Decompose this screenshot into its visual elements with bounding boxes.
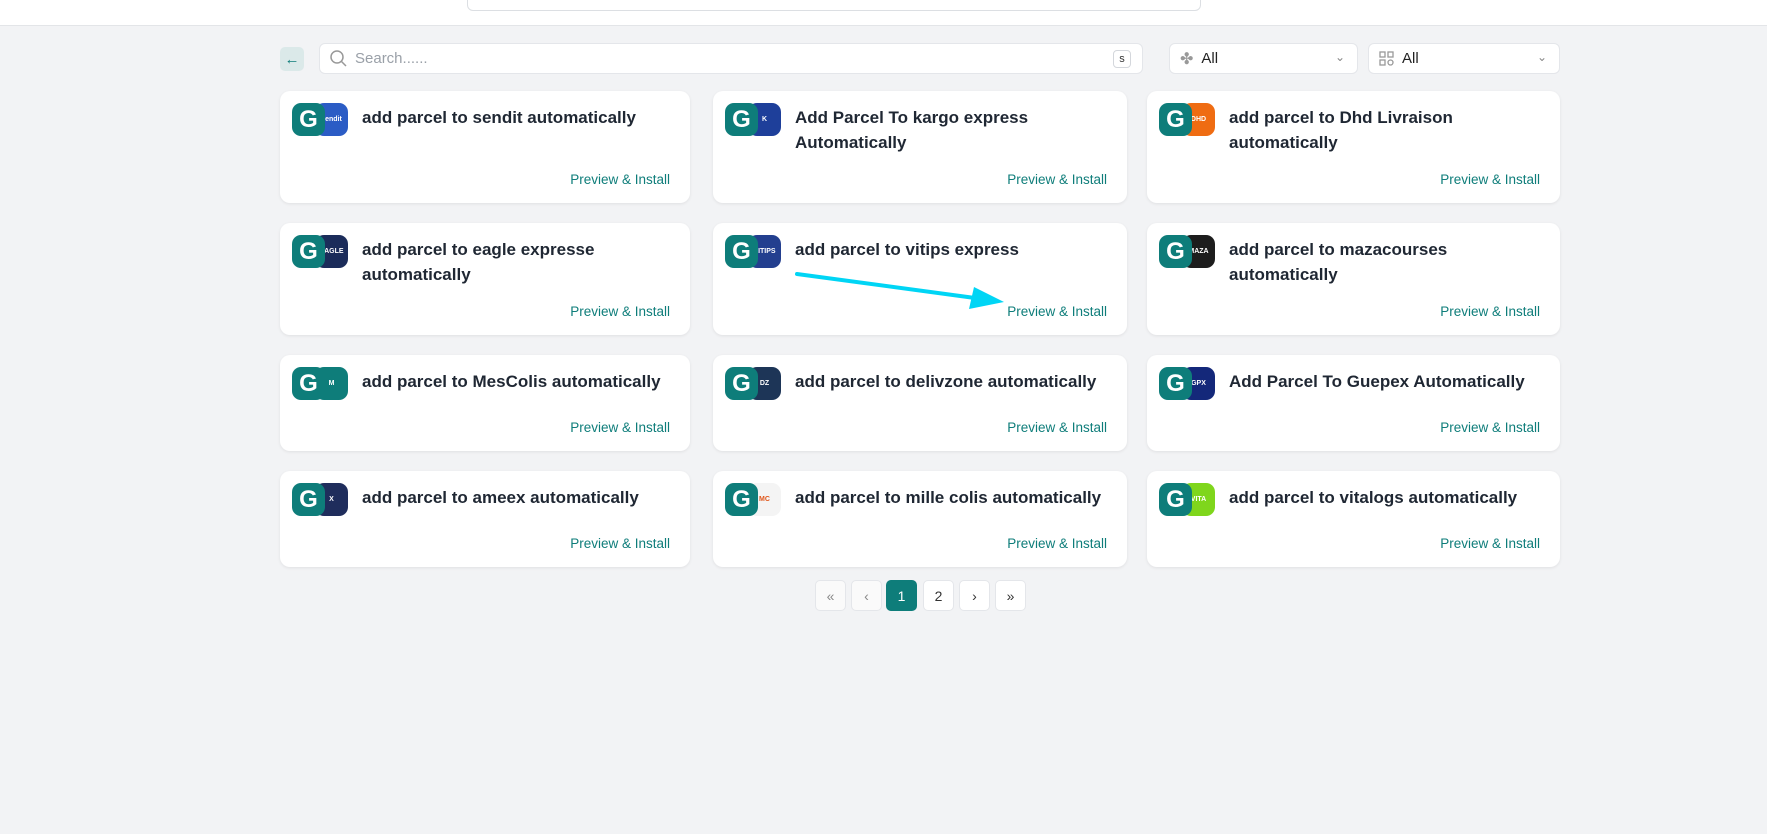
g-logo-icon: G [292,367,325,400]
integration-card[interactable]: G DZ add parcel to delivzone automaticall… [713,355,1127,451]
g-logo-icon: G [292,235,325,268]
integration-card[interactable]: GM add parcel to MesColis automatically … [280,355,690,451]
back-button[interactable]: ← [280,47,304,71]
preview-install-link[interactable]: Preview & Install [570,304,670,319]
integration-logo: Gsendit [292,103,348,136]
integration-logo: G VITA [1159,483,1215,516]
g-logo-icon: G [292,103,325,136]
integration-logo: G DZ [725,367,781,400]
integration-logo: G EAGLE [292,235,348,268]
g-logo-icon: G [292,483,325,516]
preview-install-link[interactable]: Preview & Install [1007,172,1107,187]
card-title: add parcel to mille colis automatically [795,488,1102,507]
preview-install-link[interactable]: Preview & Install [1440,304,1540,319]
search-input[interactable]: Search...... s [319,43,1143,74]
integration-logo: GM [292,367,348,400]
chevron-down-icon: ⌄ [1334,50,1345,64]
g-logo-icon: G [1159,483,1192,516]
preview-install-link[interactable]: Preview & Install [1440,536,1540,551]
page-1-button[interactable]: 1 [886,580,917,611]
integration-logo: G GPX [1159,367,1215,400]
g-logo-icon: G [725,103,758,136]
g-logo-icon: G [1159,235,1192,268]
card-title: add parcel to vitalogs automatically [1229,488,1518,507]
integration-card[interactable]: G MC add parcel to mille colis automatica… [713,471,1127,567]
category-filter-value: All [1201,50,1219,67]
preview-install-link[interactable]: Preview & Install [1440,172,1540,187]
integration-logo: G DHD [1159,103,1215,136]
g-logo-icon: G [725,235,758,268]
card-title: add parcel to Dhd Livraison automaticall… [1229,108,1453,152]
integration-logo: GK [725,103,781,136]
integration-card[interactable]: G MAZA add parcel to mazacourses automati… [1147,223,1560,335]
grid-icon [1379,51,1394,66]
page-2-button[interactable]: 2 [923,580,954,611]
preview-install-link[interactable]: Preview & Install [1440,420,1540,435]
card-title: add parcel to mazacourses automatically [1229,240,1448,284]
global-search-input[interactable] [467,0,1201,11]
integration-card[interactable]: GK Add Parcel To kargo express Automatic… [713,91,1127,203]
g-logo-icon: G [725,483,758,516]
integration-logo: G VITIPS [725,235,781,268]
search-placeholder: Search...... [355,50,428,67]
card-title: Add Parcel To Guepex Automatically [1229,372,1525,391]
integration-logo: GX [292,483,348,516]
type-filter-value: All [1402,50,1419,67]
preview-install-link[interactable]: Preview & Install [570,420,670,435]
top-header [0,0,1767,26]
arrow-left-icon: ← [284,50,300,68]
puzzle-icon: ✤ [1180,50,1194,68]
preview-install-link[interactable]: Preview & Install [1007,304,1107,319]
last-page-button[interactable]: » [995,580,1026,611]
integration-logo: G MC [725,483,781,516]
first-page-button[interactable]: « [815,580,846,611]
type-filter-dropdown[interactable]: All ⌄ [1368,43,1560,74]
category-filter-dropdown[interactable]: ✤ All ⌄ [1169,43,1358,74]
integration-card[interactable]: GX add parcel to ameex automatically Pre… [280,471,690,567]
search-icon [330,50,347,67]
integration-card[interactable]: G VITA add parcel to vitalogs automatical… [1147,471,1560,567]
next-page-button[interactable]: › [959,580,990,611]
card-title: add parcel to delivzone automatically [795,372,1097,391]
integration-card[interactable]: G DHD add parcel to Dhd Livraison automat… [1147,91,1560,203]
card-title: add parcel to vitips express [795,240,1019,259]
integration-card[interactable]: G VITIPS add parcel to vitips express Pre… [713,223,1127,335]
integration-card[interactable]: Gsendit add parcel to sendit automatical… [280,91,690,203]
preview-install-link[interactable]: Preview & Install [1007,420,1107,435]
preview-install-link[interactable]: Preview & Install [570,536,670,551]
integration-card[interactable]: G GPX Add Parcel To Guepex Automatically … [1147,355,1560,451]
card-title: add parcel to ameex automatically [362,488,639,507]
shortcut-hint: s [1113,50,1131,68]
card-title: Add Parcel To kargo express Automaticall… [795,108,1029,152]
prev-page-button[interactable]: ‹ [851,580,882,611]
preview-install-link[interactable]: Preview & Install [1007,536,1107,551]
preview-install-link[interactable]: Preview & Install [570,172,670,187]
card-title: add parcel to MesColis automatically [362,372,661,391]
g-logo-icon: G [1159,103,1192,136]
card-title: add parcel to sendit automatically [362,108,636,127]
integration-logo: G MAZA [1159,235,1215,268]
g-logo-icon: G [1159,367,1192,400]
chevron-down-icon: ⌄ [1536,50,1547,64]
g-logo-icon: G [725,367,758,400]
card-title: add parcel to eagle expresse automatical… [362,240,595,284]
integration-card[interactable]: G EAGLE add parcel to eagle expresse auto… [280,223,690,335]
